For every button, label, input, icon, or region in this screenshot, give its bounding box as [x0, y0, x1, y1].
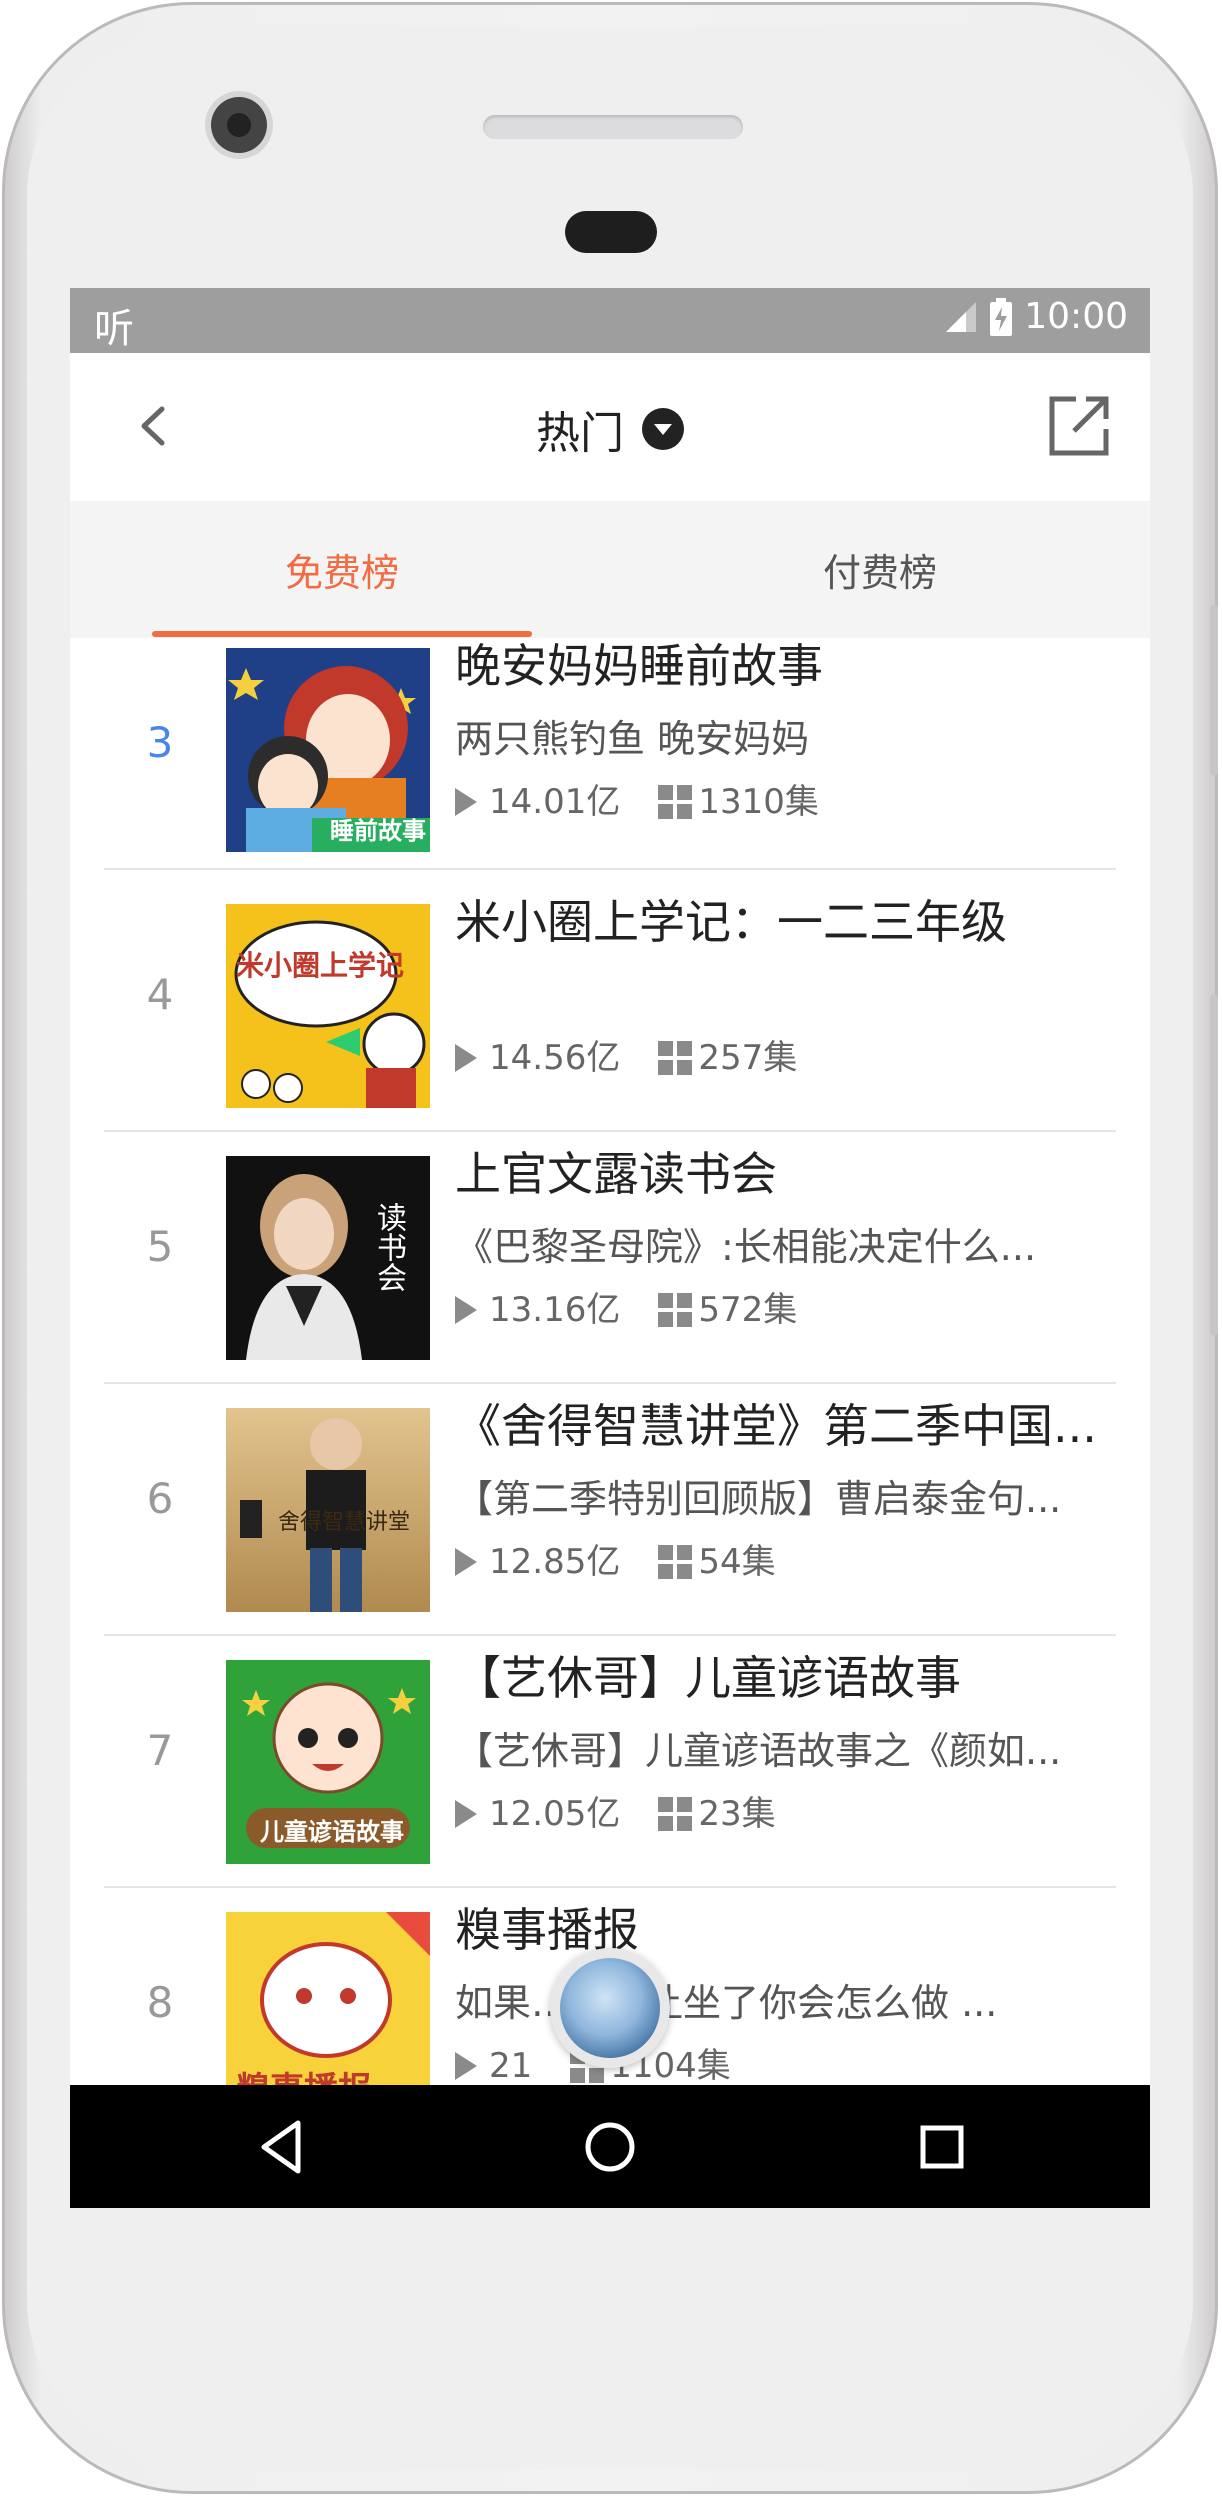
tab-paid[interactable]: 付费榜 [690, 501, 1070, 638]
item-title: 糗事播报 [455, 1903, 639, 1957]
cover-text: 读书会 [371, 1202, 406, 1292]
screen: 听 10:00 热门 免费榜 付费榜 3 睡前故事 晚安妈妈睡前故事 两只熊钓鱼… [70, 288, 1150, 2208]
item-info: 《舍得智慧讲堂》第二季中国... 【第二季特别回顾版】曹启泰金句... 12.8… [455, 1398, 1115, 1584]
floating-player-button[interactable] [550, 1948, 670, 2068]
phone-frame: 听 10:00 热门 免费榜 付费榜 3 睡前故事 晚安妈妈睡前故事 两只熊钓鱼… [2, 2, 1218, 2494]
episodes-icon [658, 785, 693, 819]
battery-charging-icon [990, 297, 1013, 336]
rank-number: 6 [146, 1474, 174, 1523]
item-subtitle: 《巴黎圣母院》:长相能决定什么... [455, 1225, 1037, 1269]
row-divider [104, 868, 1116, 870]
play-count-icon [455, 1548, 477, 1576]
episodes-icon [658, 1041, 693, 1075]
play-count-icon [455, 2052, 477, 2080]
episode-count: 257集 [698, 1038, 798, 1078]
nav-back-icon[interactable] [250, 2115, 314, 2179]
item-meta: 12.05亿 23集 [455, 1792, 1115, 1836]
play-count-icon [455, 1296, 477, 1324]
cover-text: 睡前故事 [330, 817, 426, 845]
episode-count: 1310集 [698, 782, 819, 822]
item-title: 晚安妈妈睡前故事 [455, 639, 823, 693]
ranking-list: 3 睡前故事 晚安妈妈睡前故事 两只熊钓鱼 晚安妈妈 14.01亿 1310集 … [70, 638, 1150, 2085]
power-button [1210, 995, 1218, 1335]
active-tab-indicator [152, 631, 532, 637]
signal-icon [946, 301, 977, 332]
album-cover[interactable]: 米小圈上学记 [226, 904, 430, 1108]
rank-number: 7 [146, 1726, 174, 1775]
caret-down-icon [642, 408, 684, 450]
episodes-icon [658, 1545, 693, 1579]
episodes-icon [658, 1293, 693, 1327]
front-camera [211, 97, 267, 153]
nav-recents-icon[interactable] [910, 2115, 974, 2179]
app-notification-glyph: 听 [94, 306, 134, 352]
cover-text: 糗事播报 [236, 2062, 372, 2085]
album-cover[interactable]: 儿童谚语故事 [226, 1660, 430, 1864]
play-count-icon [455, 1044, 477, 1072]
share-icon[interactable] [1046, 393, 1112, 459]
nav-home-icon[interactable] [578, 2115, 642, 2179]
cover-text: 米小圈上学记 [236, 949, 405, 982]
app-bar: 热门 [70, 353, 1150, 502]
play-count-icon [455, 1800, 477, 1828]
play-count: 12.05亿 [489, 1794, 621, 1834]
rank-number: 5 [146, 1222, 174, 1271]
album-cover[interactable]: 舍得智慧讲堂 [226, 1408, 430, 1612]
play-count: 14.56亿 [489, 1038, 621, 1078]
play-count-icon [455, 788, 477, 816]
item-meta: 14.56亿 257集 [455, 1036, 1115, 1080]
clock: 10:00 [1024, 296, 1128, 337]
rank-number: 4 [146, 970, 174, 1019]
episode-count: 23集 [698, 1794, 776, 1834]
item-info: 【艺休哥】儿童谚语故事 【艺休哥】儿童谚语故事之《颜如... 12.05亿 23… [455, 1650, 1115, 1836]
item-info: 上官文露读书会 《巴黎圣母院》:长相能决定什么... 13.16亿 572集 [455, 1146, 1115, 1332]
item-meta: 14.01亿 1310集 [455, 780, 1115, 824]
volume-button [1210, 605, 1218, 775]
item-info: 米小圈上学记：一二三年级 14.56亿 257集 [455, 894, 1115, 1080]
item-meta: 21 1104集 [455, 2044, 1115, 2085]
list-item[interactable]: 3 睡前故事 晚安妈妈睡前故事 两只熊钓鱼 晚安妈妈 14.01亿 1310集 [70, 638, 1150, 880]
episodes-icon [658, 1797, 693, 1831]
item-subtitle: 【第二季特别回顾版】曹启泰金句... [455, 1477, 1062, 1521]
play-count: 21 [489, 2046, 533, 2085]
album-cover[interactable]: 睡前故事 [226, 648, 430, 852]
page-title: 热门 [536, 408, 624, 459]
list-item[interactable]: 6 舍得智慧讲堂 《舍得智慧讲堂》第二季中国... 【第二季特别回顾版】曹启泰金… [70, 1384, 1150, 1636]
cover-text: 舍得智慧讲堂 [278, 1510, 411, 1535]
item-meta: 12.85亿 54集 [455, 1540, 1115, 1584]
item-title: 《舍得智慧讲堂》第二季中国... [455, 1399, 1097, 1453]
play-count: 12.85亿 [489, 1542, 621, 1582]
list-item[interactable]: 4 米小圈上学记 米小圈上学记：一二三年级 14.56亿 257集 [70, 880, 1150, 1132]
play-count: 14.01亿 [489, 782, 621, 822]
now-playing-artwork [560, 1958, 660, 2058]
item-title: 【艺休哥】儿童谚语故事 [455, 1651, 961, 1705]
list-item[interactable]: 5 读书会 上官文露读书会 《巴黎圣母院》:长相能决定什么... 13.16亿 … [70, 1132, 1150, 1384]
play-count: 13.16亿 [489, 1290, 621, 1330]
status-bar: 听 10:00 [70, 288, 1150, 353]
rank-number: 3 [146, 718, 174, 767]
status-icons: 10:00 [944, 296, 1128, 337]
list-item[interactable]: 7 儿童谚语故事 【艺休哥】儿童谚语故事 【艺休哥】儿童谚语故事之《颜如... … [70, 1636, 1150, 1888]
item-info: 晚安妈妈睡前故事 两只熊钓鱼 晚安妈妈 14.01亿 1310集 [455, 638, 1115, 824]
item-subtitle: 【艺休哥】儿童谚语故事之《颜如... [455, 1729, 1062, 1773]
item-meta: 13.16亿 572集 [455, 1288, 1115, 1332]
system-navigation-bar [70, 2085, 1150, 2208]
earpiece-speaker [483, 115, 743, 139]
proximity-sensor [565, 211, 657, 253]
category-dropdown[interactable]: 热门 [70, 397, 1150, 461]
rank-number: 8 [146, 1978, 174, 2027]
episode-count: 54集 [698, 1542, 776, 1582]
item-subtitle [455, 970, 1115, 1020]
album-cover[interactable]: 糗事播报 [226, 1912, 430, 2085]
item-title: 上官文露读书会 [455, 1147, 777, 1201]
episode-count: 572集 [698, 1290, 798, 1330]
ranking-tabs: 免费榜 付费榜 [70, 501, 1150, 638]
cover-text: 儿童谚语故事 [260, 1818, 404, 1846]
tab-free[interactable]: 免费榜 [152, 501, 532, 638]
item-title: 米小圈上学记：一二三年级 [455, 895, 1007, 949]
item-subtitle: 两只熊钓鱼 晚安妈妈 [455, 717, 810, 761]
album-cover[interactable]: 读书会 [226, 1156, 430, 1360]
